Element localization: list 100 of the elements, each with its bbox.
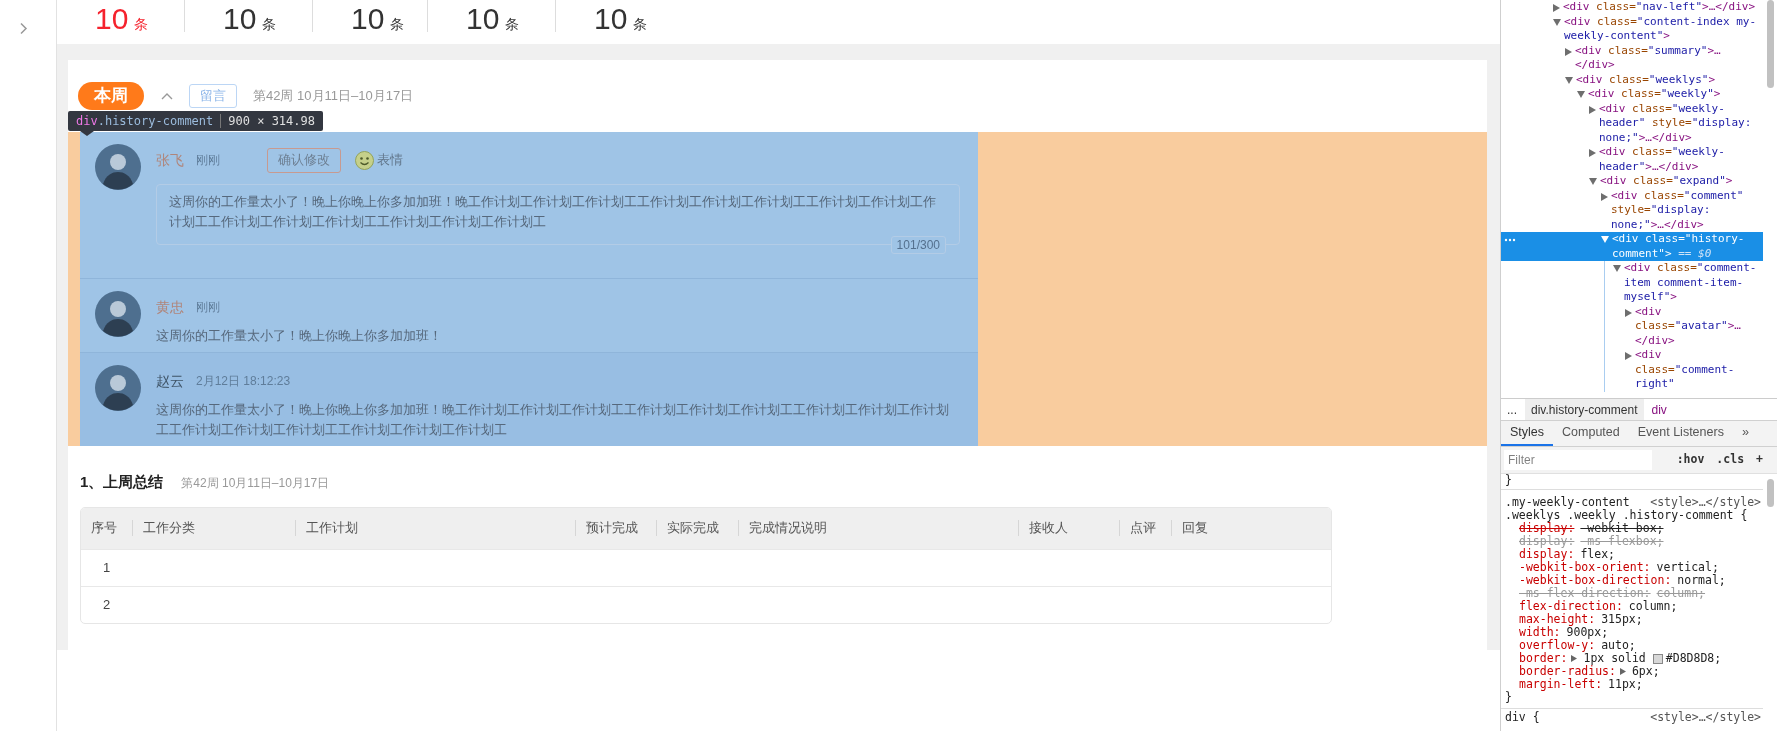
author-name: 黄忠 xyxy=(156,297,184,317)
section-title: 1、上周总结 xyxy=(80,472,164,492)
css-value: -ms-flexbox; xyxy=(1580,535,1664,548)
column-header: 工作分类 xyxy=(143,519,195,538)
css-selector: .weeklys .weekly .history-comment { xyxy=(1505,509,1748,522)
devtools-tab[interactable]: » xyxy=(1732,421,1758,446)
dom-node[interactable]: <div class="weekly-header" style="display: none;">…</div> xyxy=(1599,101,1759,145)
dom-node[interactable]: <div class="content-index my-weekly-content"> xyxy=(1564,14,1759,44)
css-value: #D8D8D8; xyxy=(1665,652,1722,665)
dom-node[interactable]: <div class="weekly-header">…</div> xyxy=(1599,145,1759,174)
count-unit: 条 xyxy=(505,15,520,34)
filter-input[interactable]: Filter xyxy=(1504,450,1652,470)
css-property: flex-direction: xyxy=(1519,600,1623,613)
author-name: 张飞 xyxy=(156,150,184,170)
expand-arrow-icon[interactable] xyxy=(1565,47,1572,56)
css-value: 1px solid xyxy=(1583,652,1646,665)
css-property: display: xyxy=(1519,535,1575,548)
expand-arrow-icon[interactable] xyxy=(1553,4,1560,12)
css-property: -ms-flex-direction: xyxy=(1519,587,1651,600)
css-value: column; xyxy=(1628,600,1678,613)
css-property: border: xyxy=(1519,652,1568,665)
scrollbar[interactable] xyxy=(1767,479,1774,507)
week-period: 第42周 10月11日–10月17日 xyxy=(253,87,414,106)
dom-node[interactable]: <div class="nav-left">…</div> xyxy=(1563,0,1756,15)
collapse-arrow-icon[interactable] xyxy=(1601,236,1609,243)
dom-node[interactable]: <div class="avatar">…</div> xyxy=(1635,304,1759,348)
author-name: 赵云 xyxy=(156,371,184,391)
avatar xyxy=(95,365,141,411)
column-header: 点评 xyxy=(1130,519,1156,538)
filter-button[interactable]: + xyxy=(1756,451,1763,469)
breadcrumb-item[interactable]: div xyxy=(1649,400,1669,419)
count-unit: 条 xyxy=(390,15,405,34)
count: 10 xyxy=(351,1,385,37)
style-source-link[interactable]: <style>…</style> xyxy=(1650,496,1761,509)
dom-node[interactable]: <div class="expand"> xyxy=(1600,174,1733,189)
collapse-arrow-icon[interactable] xyxy=(1589,178,1597,185)
column-header: 完成情况说明 xyxy=(749,519,827,538)
count: 10 xyxy=(594,1,628,37)
column-header: 工作计划 xyxy=(306,519,358,538)
expand-arrow-icon[interactable] xyxy=(1589,149,1596,157)
expand-arrow-icon[interactable] xyxy=(1625,352,1632,360)
expand-arrow-icon[interactable] xyxy=(1571,655,1578,662)
filter-button[interactable]: :hov xyxy=(1676,451,1705,469)
comment-time: 2月12日 18:12:23 xyxy=(196,373,291,390)
expand-arrow-icon[interactable] xyxy=(1619,668,1626,675)
caret-up-icon[interactable] xyxy=(161,92,173,100)
color-swatch[interactable] xyxy=(1652,653,1663,664)
css-value: flex; xyxy=(1580,548,1615,561)
dom-node[interactable]: <div class="weekly"> xyxy=(1588,87,1721,102)
collapse-arrow-icon[interactable] xyxy=(1553,18,1561,26)
css-value: normal; xyxy=(1677,574,1726,587)
dom-node[interactable]: <div class="comment-right" xyxy=(1635,348,1759,392)
devtools-tab[interactable]: Computed xyxy=(1553,421,1629,446)
table-cell-text: 1 xyxy=(102,558,111,577)
collapse-arrow-icon[interactable] xyxy=(1577,91,1585,98)
column-header: 序号 xyxy=(91,519,117,538)
chevron-right-icon[interactable] xyxy=(19,22,28,35)
comment-text: 这周你的工作量太小了！晚上你晚上你多加加班！晚工作计划工作计划工作计划工工作计划工作计划工作计划工工作计划工作计划工作计划工工作计划工作计划工作计划工工作计划工作计划工作计划工 xyxy=(156,401,950,439)
table-cell-text: 2 xyxy=(102,595,111,614)
css-value: 11px; xyxy=(1608,678,1643,691)
devtools-tab[interactable]: Event Listeners xyxy=(1628,421,1733,446)
count-unit: 条 xyxy=(262,15,277,34)
style-source-link[interactable]: <style>…</style> xyxy=(1650,711,1761,724)
css-selector: .my-weekly-content xyxy=(1505,496,1630,509)
css-value: 900px; xyxy=(1566,626,1609,639)
collapse-arrow-icon[interactable] xyxy=(1565,76,1573,84)
css-value: column; xyxy=(1656,587,1706,600)
collapse-arrow-icon[interactable] xyxy=(1613,265,1621,272)
rule-brace: } xyxy=(1505,474,1512,487)
css-value: 315px; xyxy=(1601,613,1643,626)
section-period: 第42周 10月11日–10月17日 xyxy=(181,475,330,492)
count: 10 xyxy=(223,1,257,37)
column-header: 接收人 xyxy=(1029,519,1068,538)
css-property: margin-left: xyxy=(1519,678,1603,691)
comment-time: 刚刚 xyxy=(196,152,220,169)
column-header: 回复 xyxy=(1182,519,1208,538)
css-property: -webkit-box-direction: xyxy=(1519,574,1672,587)
rule-brace: } xyxy=(1505,691,1513,704)
expand-arrow-icon[interactable] xyxy=(1601,192,1608,201)
dom-node[interactable]: <div class="comment" style="display: none;">…</div> xyxy=(1611,188,1759,232)
breadcrumb-item[interactable]: ... xyxy=(1505,400,1519,419)
css-value: 6px; xyxy=(1631,665,1660,678)
css-value: -webkit-box; xyxy=(1580,522,1664,535)
filter-button[interactable]: .cls xyxy=(1716,451,1745,469)
scrollbar[interactable] xyxy=(1767,0,1774,88)
more-icon[interactable] xyxy=(1504,238,1516,242)
css-property: max-height: xyxy=(1519,613,1596,626)
css-value: auto; xyxy=(1601,639,1636,652)
expand-arrow-icon[interactable] xyxy=(1589,105,1596,114)
dom-node[interactable]: <div class="comment-item comment-item-myself"> xyxy=(1624,261,1759,305)
count: 10 xyxy=(95,1,129,37)
breadcrumb-item[interactable]: div.history-comment xyxy=(1525,399,1644,420)
css-property: display: xyxy=(1519,548,1575,561)
dom-node[interactable]: <div class="weeklys"> xyxy=(1576,72,1716,87)
char-counter: 101/300 xyxy=(890,236,946,254)
css-property: -webkit-box-orient: xyxy=(1519,561,1651,574)
css-property: border-radius: xyxy=(1519,665,1616,678)
dom-node[interactable]: <div class="summary">…</div> xyxy=(1575,43,1759,73)
column-header: 实际完成 xyxy=(667,519,719,538)
expand-arrow-icon[interactable] xyxy=(1625,308,1632,317)
